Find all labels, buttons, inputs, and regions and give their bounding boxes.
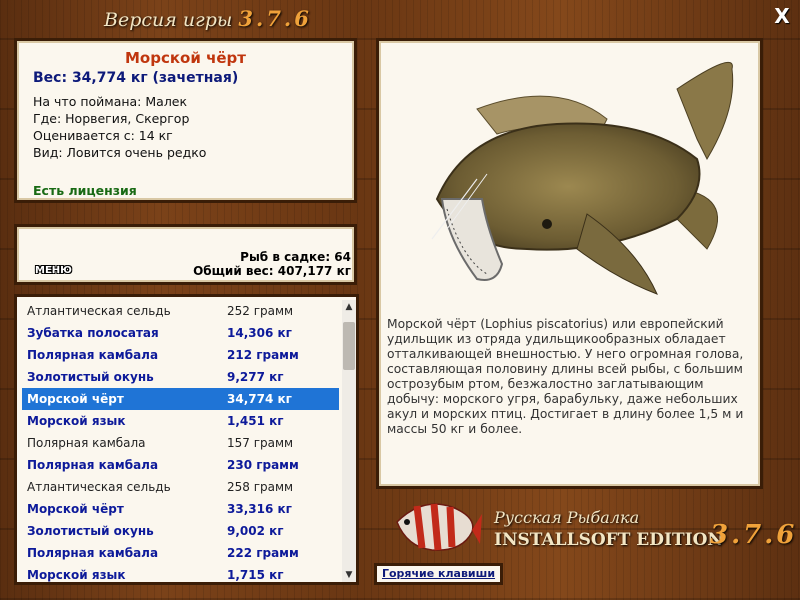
fish-count: Рыб в садке: 64 bbox=[240, 250, 351, 264]
row-fish-weight: 222 грамм bbox=[227, 546, 299, 560]
info-bait: На что поймана: Малек bbox=[33, 94, 188, 109]
row-fish-weight: 157 грамм bbox=[227, 436, 294, 450]
catch-list: Атлантическая сельдь 252 грамм Зубатка пол… bbox=[14, 294, 359, 585]
info-location: Где: Норвегия, Скергор bbox=[33, 111, 190, 126]
row-fish-name: Морской язык bbox=[27, 414, 126, 428]
scrollbar[interactable]: ▲ ▼ bbox=[342, 300, 356, 582]
row-fish-weight: 34,774 кг bbox=[227, 392, 292, 406]
row-fish-name: Морской язык bbox=[27, 568, 126, 582]
scroll-up-icon[interactable]: ▲ bbox=[342, 300, 356, 314]
row-fish-name: Золотистый окунь bbox=[27, 524, 154, 538]
info-min-weight: Оценивается с: 14 кг bbox=[33, 128, 173, 143]
hotkeys-button[interactable]: Горячие клавиши bbox=[374, 563, 503, 585]
window-title-text: Версия игры bbox=[104, 9, 233, 31]
fish-name: Морской чёрт bbox=[125, 49, 246, 67]
window-title-version: 3.7.6 bbox=[238, 6, 312, 31]
catch-list-row[interactable]: Морской чёрт 33,316 кг bbox=[22, 498, 339, 520]
catch-list-row[interactable]: Атлантическая сельдь 258 грамм bbox=[22, 476, 339, 498]
row-fish-name: Зубатка полосатая bbox=[27, 326, 159, 340]
close-button[interactable]: X bbox=[772, 6, 792, 26]
catch-list-row[interactable]: Полярная камбала 157 грамм bbox=[22, 432, 339, 454]
row-fish-weight: 1,451 кг bbox=[227, 414, 284, 428]
row-fish-name: Полярная камбала bbox=[27, 348, 159, 362]
row-fish-weight: 1,715 кг bbox=[227, 568, 284, 582]
window-title: Версия игры 3.7.6 bbox=[104, 6, 312, 31]
catch-list-row[interactable]: Полярная камбала 212 грамм bbox=[22, 344, 339, 366]
catch-stats: Рыб в садке: 64 Общий вес: 407,177 кг bbox=[193, 250, 351, 278]
total-weight: Общий вес: 407,177 кг bbox=[193, 264, 351, 278]
catch-stats-panel: МЕНЮ Рыб в садке: 64 Общий вес: 407,177 … bbox=[14, 224, 357, 285]
anglerfish-image bbox=[431, 61, 734, 295]
row-fish-name: Полярная камбала bbox=[27, 546, 159, 560]
fish-info-panel: Морской чёрт Вес: 34,774 кг (зачетная) Н… bbox=[14, 38, 357, 203]
close-icon: X bbox=[774, 4, 790, 28]
row-fish-name: Атлантическая сельдь bbox=[27, 304, 171, 318]
scrollbar-thumb[interactable] bbox=[343, 322, 355, 370]
brand-title: Русская Рыбалка bbox=[494, 508, 640, 527]
row-fish-name: Морской чёрт bbox=[27, 502, 124, 516]
catch-list-row[interactable]: Морской язык 1,451 кг bbox=[22, 410, 339, 432]
license-status: Есть лицензия bbox=[33, 183, 137, 198]
row-fish-weight: 33,316 кг bbox=[227, 502, 292, 516]
catch-list-row[interactable]: Атлантическая сельдь 252 грамм bbox=[22, 300, 339, 322]
logo-fish-icon bbox=[396, 503, 482, 551]
catch-list-row[interactable]: Золотистый окунь 9,002 кг bbox=[22, 520, 339, 542]
row-fish-name: Морской чёрт bbox=[27, 392, 124, 406]
row-fish-weight: 252 грамм bbox=[227, 304, 294, 318]
row-fish-weight: 212 грамм bbox=[227, 348, 299, 362]
row-fish-weight: 14,306 кг bbox=[227, 326, 292, 340]
catch-list-row[interactable]: Морской язык 1,715 кг bbox=[22, 564, 339, 582]
row-fish-name: Полярная камбала bbox=[27, 458, 159, 472]
row-fish-weight: 258 грамм bbox=[227, 480, 294, 494]
catch-list-row[interactable]: Полярная камбала 222 грамм bbox=[22, 542, 339, 564]
catch-list-row[interactable]: Зубатка полосатая 14,306 кг bbox=[22, 322, 339, 344]
row-fish-weight: 9,277 кг bbox=[227, 370, 284, 384]
row-fish-name: Полярная камбала bbox=[27, 436, 146, 450]
fish-weight: Вес: 34,774 кг (зачетная) bbox=[33, 70, 239, 86]
fish-detail-panel: Морской чёрт (Lophius piscatorius) или е… bbox=[376, 38, 763, 489]
catch-list-row[interactable]: Полярная камбала 230 грамм bbox=[22, 454, 339, 476]
row-fish-weight: 230 грамм bbox=[227, 458, 299, 472]
info-rarity: Вид: Ловится очень редко bbox=[33, 145, 207, 160]
brand-edition: INSTALLSOFT EDITION bbox=[494, 530, 723, 550]
catch-list-row[interactable]: Золотистый окунь 9,277 кг bbox=[22, 366, 339, 388]
row-fish-name: Атлантическая сельдь bbox=[27, 480, 171, 494]
row-fish-weight: 9,002 кг bbox=[227, 524, 284, 538]
catch-list-row[interactable]: Морской чёрт 34,774 кг bbox=[22, 388, 339, 410]
row-fish-name: Золотистый окунь bbox=[27, 370, 154, 384]
menu-button[interactable]: МЕНЮ bbox=[35, 265, 72, 276]
scroll-down-icon[interactable]: ▼ bbox=[342, 568, 356, 582]
fish-description: Морской чёрт (Lophius piscatorius) или е… bbox=[387, 317, 744, 436]
brand-version: 3.7.6 bbox=[710, 520, 798, 550]
